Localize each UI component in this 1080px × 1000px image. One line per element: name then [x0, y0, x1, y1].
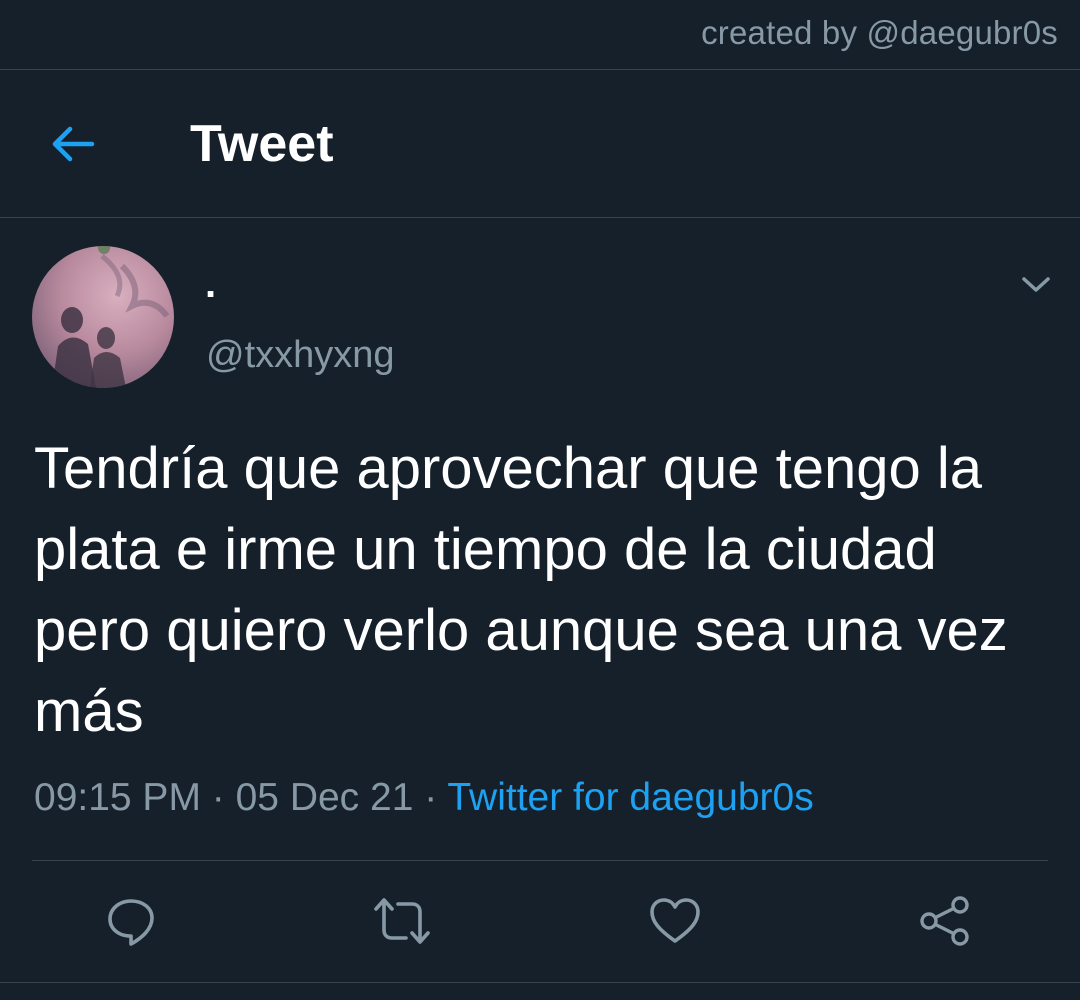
- back-button[interactable]: [44, 118, 104, 170]
- page-title: Tweet: [190, 115, 334, 173]
- tweet-detail-screen: created by @daegubr0s Tweet . @txxhyxng …: [0, 0, 1080, 1000]
- top-app-bar: Tweet: [0, 70, 1080, 218]
- tweet-metadata: 09:15 PM · 05 Dec 21 · Twitter for daegu…: [34, 776, 814, 820]
- retweet-button[interactable]: [372, 894, 430, 948]
- reply-icon: [108, 899, 154, 946]
- tweet-date: 05 Dec 21: [235, 776, 414, 819]
- chevron-down-icon: [1022, 277, 1050, 292]
- retweet-icon: [374, 898, 430, 944]
- tweet-menu-button[interactable]: [1016, 270, 1056, 300]
- meta-separator: ·: [200, 776, 236, 819]
- divider: [32, 860, 1048, 861]
- like-button[interactable]: [648, 894, 702, 948]
- avatar-image: [52, 246, 170, 388]
- display-name[interactable]: .: [205, 262, 216, 307]
- reply-button[interactable]: [104, 894, 158, 948]
- user-handle[interactable]: @txxhyxng: [206, 334, 395, 377]
- avatar[interactable]: [32, 246, 174, 388]
- tweet-time: 09:15 PM: [34, 776, 201, 819]
- tweet-source-link[interactable]: Twitter for daegubr0s: [447, 776, 813, 819]
- share-button[interactable]: [918, 894, 972, 948]
- credit-text: created by @daegubr0s: [701, 14, 1058, 51]
- meta-separator: ·: [413, 776, 448, 819]
- tweet-text: Tendría que aprovechar que tengo la plat…: [34, 436, 1008, 744]
- divider: [0, 982, 1080, 983]
- heart-icon: [650, 898, 700, 943]
- arrow-left-icon: [52, 126, 95, 162]
- share-icon: [920, 896, 969, 946]
- credit-bar: created by @daegubr0s: [0, 0, 1080, 70]
